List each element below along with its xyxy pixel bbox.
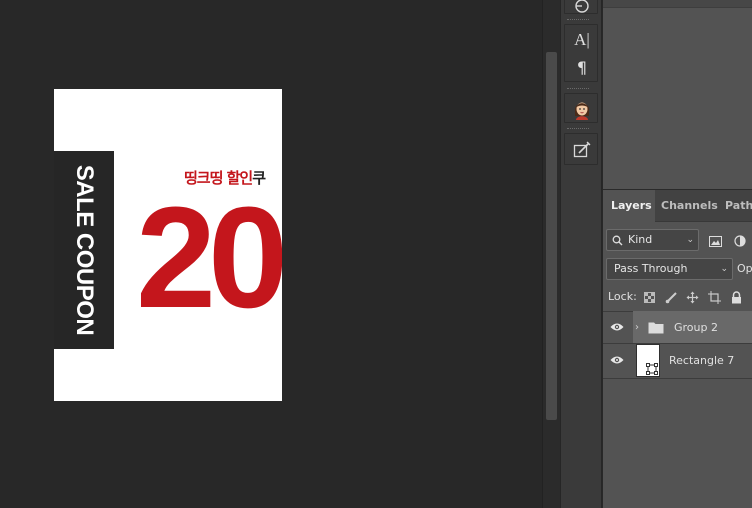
chevron-down-icon: ⌄ [720, 264, 728, 274]
scrollbar-thumb[interactable] [546, 52, 557, 420]
3d-rotate-icon[interactable] [565, 0, 599, 19]
tool-group-notes [564, 133, 598, 165]
layer-name: Rectangle 7 [669, 354, 735, 367]
layer-row-rectangle-7[interactable]: Rectangle 7 [603, 344, 752, 377]
opacity-label: Op [737, 262, 752, 275]
image-filter-icon[interactable] [706, 232, 724, 250]
blend-mode-value: Pass Through [614, 262, 688, 275]
chevron-right-icon[interactable]: › [635, 321, 645, 334]
lock-all-icon[interactable] [727, 288, 745, 306]
panel-tab-bar: Layers Channels Paths [603, 190, 752, 222]
lock-label: Lock: [608, 290, 637, 303]
divider [603, 378, 752, 379]
folder-icon [648, 321, 664, 337]
panel-grip[interactable] [567, 88, 589, 90]
note-edit-icon[interactable] [565, 137, 599, 163]
lock-artboard-icon[interactable] [705, 288, 723, 306]
document-canvas[interactable]: SALE COUPON 띵크띵 할인쿠 20 [54, 89, 282, 401]
tool-group-type: A| ¶ [564, 24, 598, 82]
paragraph-icon[interactable]: ¶ [565, 54, 599, 80]
discount-number: 20 [136, 177, 282, 338]
panel-icon-strip: A| ¶ [560, 0, 602, 508]
eye-icon[interactable] [608, 352, 626, 368]
layer-thumbnail[interactable] [636, 344, 660, 377]
tab-channels[interactable]: Channels [653, 190, 721, 222]
shape-layer-icon [646, 363, 658, 375]
adjustment-filter-icon[interactable] [731, 232, 749, 250]
coupon-dark-band: SALE COUPON [54, 151, 114, 349]
panel-header-strip [603, 0, 752, 8]
panel-grip[interactable] [567, 19, 589, 21]
tool-group-avatar [564, 93, 598, 123]
search-icon [612, 235, 623, 246]
blend-mode-select[interactable]: Pass Through ⌄ [606, 258, 733, 280]
layers-panel: Layers Channels Paths Kind ⌄ Pass Throug… [603, 190, 752, 508]
canvas-area[interactable]: SALE COUPON 띵크띵 할인쿠 20 [0, 0, 542, 508]
panel-grip[interactable] [567, 128, 589, 130]
tab-layers[interactable]: Layers [603, 190, 655, 222]
lock-move-icon[interactable] [683, 288, 701, 306]
layer-row-group-2[interactable]: › Group 2 [603, 311, 752, 344]
sale-coupon-text: SALE COUPON [71, 164, 98, 336]
tab-paths[interactable]: Paths [717, 190, 752, 222]
tool-group-3d [564, 0, 598, 14]
chevron-down-icon: ⌄ [686, 235, 694, 245]
eye-icon[interactable] [608, 319, 626, 335]
layer-filter-value: Kind [628, 233, 653, 246]
vertical-scrollbar[interactable] [542, 0, 560, 508]
avatar-icon[interactable] [565, 96, 599, 122]
lock-transparent-icon[interactable] [640, 288, 658, 306]
layer-filter-select[interactable]: Kind ⌄ [606, 229, 699, 251]
character-icon[interactable]: A| [565, 27, 599, 53]
lock-brush-icon[interactable] [662, 288, 680, 306]
properties-panel [603, 0, 752, 190]
layer-name: Group 2 [674, 321, 718, 334]
